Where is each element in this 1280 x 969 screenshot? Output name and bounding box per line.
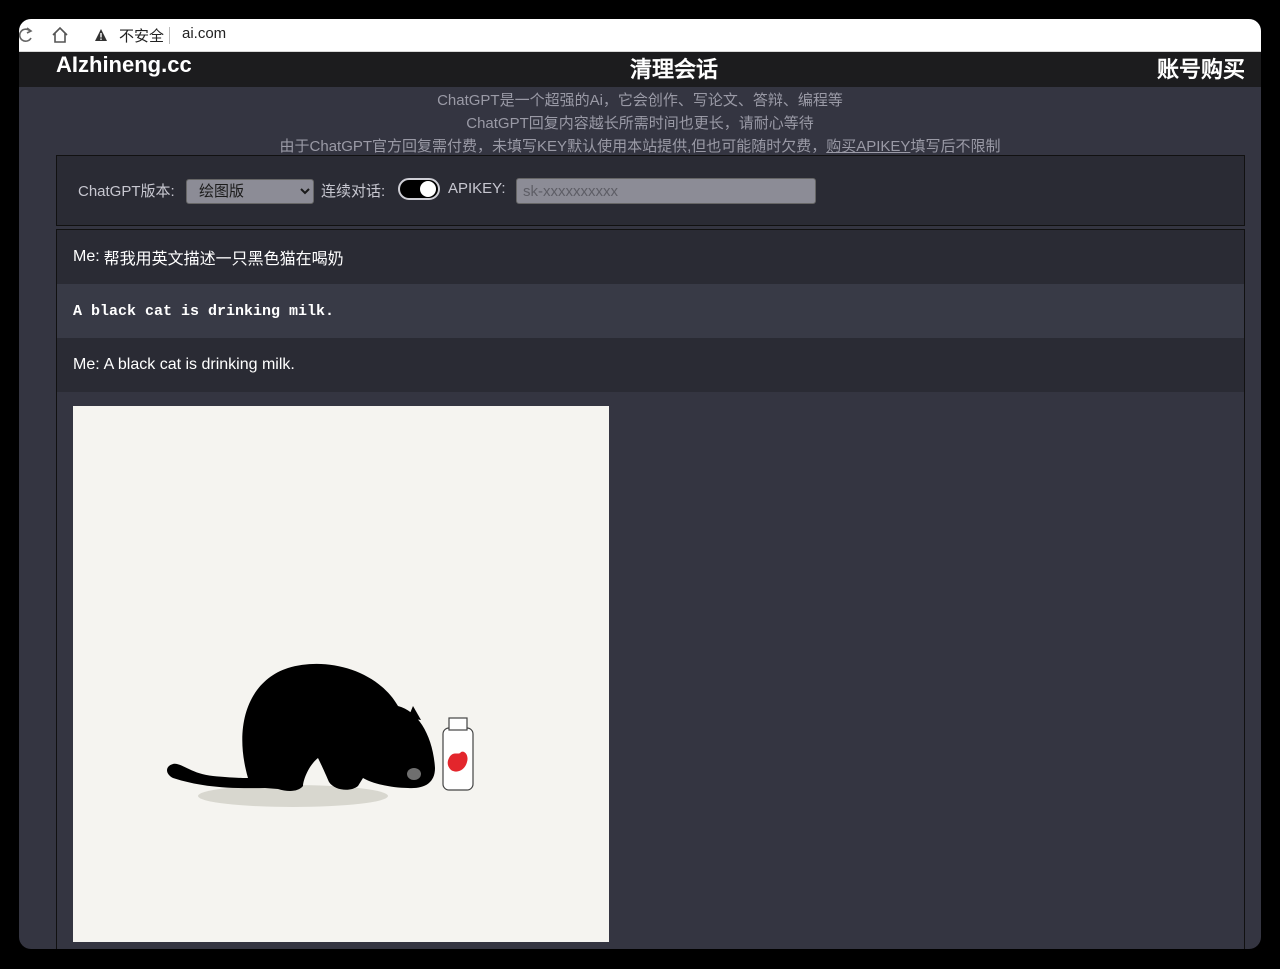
warning-icon[interactable] <box>94 28 108 42</box>
notice-line-1: ChatGPT是一个超强的Ai，它会创作、写论文、答辩、编程等 <box>437 92 843 109</box>
message-text: A black cat is drinking milk. <box>73 302 335 320</box>
reload-icon[interactable] <box>19 26 33 44</box>
security-status[interactable]: 不安全 <box>119 25 164 46</box>
black-cat-drinking-milk-illustration <box>73 406 609 942</box>
continuous-chat-toggle[interactable] <box>398 178 440 200</box>
apikey-input[interactable] <box>516 178 816 204</box>
toggle-knob <box>420 181 436 197</box>
version-select[interactable]: 绘图版 <box>186 179 314 204</box>
home-icon[interactable] <box>51 26 69 44</box>
message-row-assistant: A black cat is drinking milk. <box>57 284 1244 338</box>
url-field[interactable]: ai.com <box>182 25 226 42</box>
notice-line-3: 由于ChatGPT官方回复需付费，未填写KEY默认使用本站提供,但也可能随时欠费… <box>19 135 1261 156</box>
message-text: 帮我用英文描述一只黑色猫在喝奶 <box>103 251 344 268</box>
notice-line-3-suffix: 填写后不限制 <box>910 138 1001 155</box>
message-prefix: Me: <box>73 356 100 373</box>
message-row-user: Me: A black cat is drinking milk. <box>57 338 1244 392</box>
version-label: ChatGPT版本: <box>78 183 175 200</box>
settings-panel: ChatGPT版本: 绘图版 连续对话: APIKEY: <box>56 155 1245 226</box>
clear-session-button[interactable]: 清理会话 <box>630 52 718 84</box>
app-header: AIzhineng.cc 清理会话 账号购买 <box>19 52 1261 87</box>
buy-apikey-link[interactable]: 购买APIKEY <box>826 138 910 155</box>
browser-address-bar: 不安全 ai.com <box>19 19 1261 52</box>
notice-line-2: ChatGPT回复内容越长所需时间也更长，请耐心等待 <box>466 115 814 132</box>
buy-account-link[interactable]: 账号购买 <box>1157 52 1245 84</box>
message-prefix: Me: <box>73 248 100 265</box>
apikey-label: APIKEY: <box>448 180 506 197</box>
message-text: A black cat is drinking milk. <box>103 356 295 373</box>
site-logo[interactable]: AIzhineng.cc <box>56 52 192 78</box>
chat-area[interactable]: Me: 帮我用英文描述一只黑色猫在喝奶 A black cat is drink… <box>56 229 1245 949</box>
notice-line-3-prefix: 由于ChatGPT官方回复需付费，未填写KEY默认使用本站提供,但也可能随时欠费… <box>279 138 827 155</box>
address-divider <box>169 27 170 44</box>
message-row-user: Me: 帮我用英文描述一只黑色猫在喝奶 <box>57 230 1244 284</box>
generated-image[interactable] <box>73 406 609 942</box>
browser-window: 不安全 ai.com AIzhineng.cc 清理会话 账号购买 ChatGP… <box>19 19 1261 949</box>
continuous-chat-label: 连续对话: <box>321 183 386 200</box>
